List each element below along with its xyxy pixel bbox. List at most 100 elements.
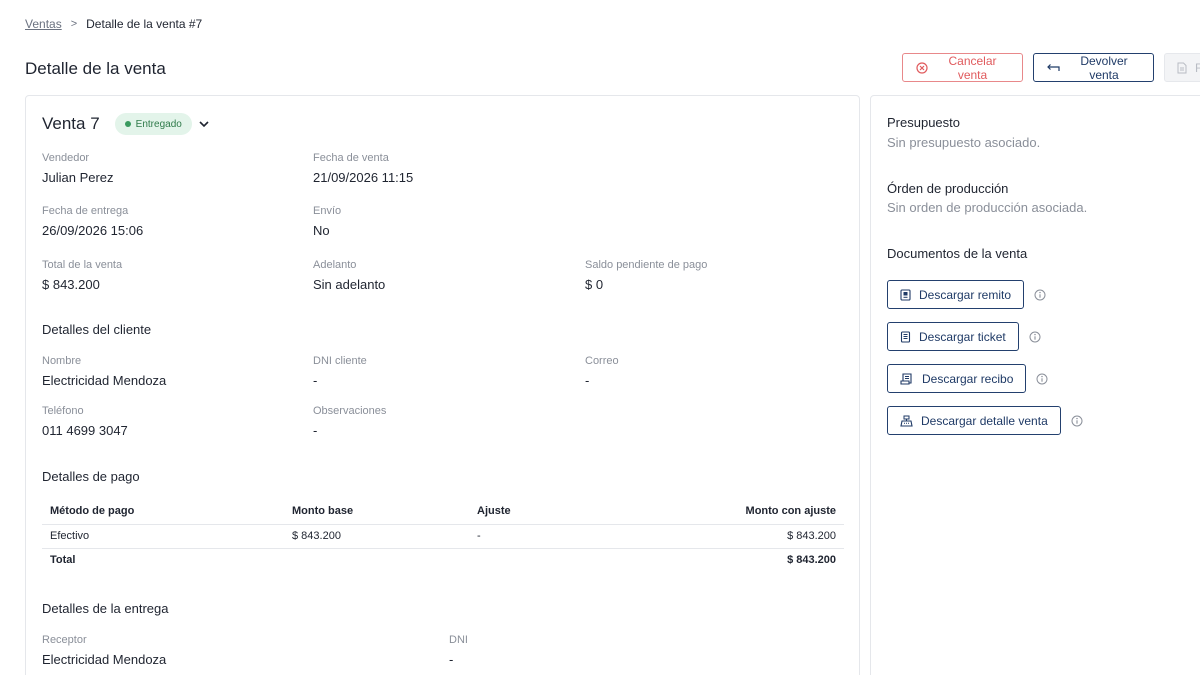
client-phone-value: 011 4699 3047: [42, 423, 128, 438]
balance-label: Saldo pendiente de pago: [585, 259, 708, 271]
balance-field: Saldo pendiente de pago $ 0: [585, 259, 707, 292]
status-label: Entregado: [135, 118, 182, 130]
doc-row-detalle: Descargar detalle venta: [887, 406, 1083, 435]
table-row: Efectivo $ 843.200 - $ 843.200: [42, 524, 844, 549]
receipt-icon: [900, 288, 911, 301]
sale-date-label: Fecha de venta: [313, 152, 389, 164]
client-name-label: Nombre: [42, 355, 82, 367]
chevron-down-icon[interactable]: [199, 120, 209, 128]
production-title: Órden de producción: [887, 181, 1009, 196]
breadcrumb-ventas-link[interactable]: Ventas: [25, 17, 62, 31]
info-icon[interactable]: [1029, 331, 1041, 343]
download-sale-detail-button[interactable]: Descargar detalle venta: [887, 406, 1061, 435]
disabled-action-label: F: [1195, 60, 1200, 75]
delivery-date-value: 26/09/2026 15:06: [42, 223, 144, 238]
seller-label: Vendedor: [42, 152, 90, 164]
status-badge: Entregado: [114, 113, 192, 135]
client-notes-field: Observaciones -: [313, 405, 386, 438]
base-amount-cell: $ 843.200: [284, 524, 469, 549]
return-arrow-icon: [1047, 63, 1060, 73]
download-remito-label: Descargar remito: [919, 287, 1012, 302]
documents-title: Documentos de la venta: [887, 246, 1028, 261]
sale-date-value: 21/09/2026 11:15: [313, 170, 414, 185]
invoice-icon: [900, 372, 914, 385]
payment-table-header: Método de pago Monto base Ajuste Monto c…: [42, 499, 844, 525]
delivery-date-field: Fecha de entrega 26/09/2026 15:06: [42, 205, 143, 238]
total-row-value: $ 843.200: [787, 554, 836, 567]
payment-method-header: Método de pago: [42, 499, 284, 525]
delivery-date-label: Fecha de entrega: [42, 205, 129, 217]
total-value: $ 843.200: [42, 277, 100, 292]
sale-header: Venta 7 Entregado: [42, 113, 209, 135]
return-sale-label: Devolver venta: [1080, 53, 1128, 82]
return-sale-button[interactable]: Devolver venta: [1033, 53, 1154, 82]
seller-field: Vendedor Julian Perez: [42, 152, 114, 185]
production-text: Sin orden de producción asociada.: [887, 200, 1088, 215]
disabled-action-button[interactable]: F: [1164, 53, 1200, 82]
document-icon: [1177, 62, 1187, 74]
total-row: Total $ 843.200: [42, 548, 844, 572]
delivery-section-title: Detalles de la entrega: [42, 601, 169, 616]
breadcrumb-separator: >: [70, 18, 78, 30]
total-field: Total de la venta $ 843.200: [42, 259, 122, 292]
client-email-label: Correo: [585, 355, 619, 367]
download-remito-button[interactable]: Descargar remito: [887, 280, 1025, 309]
seller-value: Julian Perez: [42, 170, 114, 185]
download-sale-detail-label: Descargar detalle venta: [921, 413, 1048, 428]
breadcrumb: Ventas > Detalle de la venta #7: [25, 17, 202, 31]
payment-section-title: Detalles de pago: [42, 469, 140, 484]
client-phone-field: Teléfono 011 4699 3047: [42, 405, 128, 438]
info-icon[interactable]: [1034, 289, 1046, 301]
download-recibo-label: Descargar recibo: [922, 371, 1014, 386]
client-dni-field: DNI cliente -: [313, 355, 367, 388]
advance-field: Adelanto Sin adelanto: [313, 259, 385, 292]
client-phone-label: Teléfono: [42, 405, 84, 417]
doc-row-remito: Descargar remito: [887, 280, 1046, 309]
receiver-value: Electricidad Mendoza: [42, 652, 167, 667]
cancel-sale-label: Cancelar venta: [948, 53, 997, 82]
status-dot-icon: [124, 121, 131, 127]
client-dni-value: -: [313, 373, 318, 388]
receiver-label: Receptor: [42, 634, 87, 646]
header-actions: Cancelar venta Devolver venta F: [902, 53, 1200, 82]
download-recibo-button[interactable]: Descargar recibo: [887, 364, 1027, 393]
cash-register-icon: [900, 415, 913, 427]
cancel-sale-button[interactable]: Cancelar venta: [902, 53, 1023, 82]
advance-label: Adelanto: [313, 259, 357, 271]
adjustment-header: Ajuste: [469, 499, 629, 525]
shipping-value: No: [313, 223, 330, 238]
breadcrumb-current: Detalle de la venta #7: [86, 17, 203, 31]
sale-date-field: Fecha de venta 21/09/2026 11:15: [313, 152, 413, 185]
adjusted-amount-cell: $ 843.200: [629, 524, 844, 549]
base-amount-header: Monto base: [284, 499, 469, 525]
doc-row-recibo: Descargar recibo: [887, 364, 1048, 393]
balance-value: $ 0: [585, 277, 604, 292]
total-label: Total de la venta: [42, 259, 123, 271]
payment-method-cell: Efectivo: [42, 524, 284, 549]
delivery-dni-field: DNI -: [449, 634, 468, 667]
payment-table: Método de pago Monto base Ajuste Monto c…: [42, 499, 844, 572]
client-notes-value: -: [313, 423, 318, 438]
doc-row-ticket: Descargar ticket: [887, 322, 1041, 351]
client-section-title: Detalles del cliente: [42, 322, 152, 337]
client-notes-label: Observaciones: [313, 405, 387, 417]
ticket-icon: [900, 330, 911, 343]
download-ticket-label: Descargar ticket: [919, 329, 1006, 344]
cancel-circle-icon: [916, 61, 928, 74]
client-name-field: Nombre Electricidad Mendoza: [42, 355, 166, 388]
shipping-label: Envío: [313, 205, 342, 217]
client-email-field: Correo -: [585, 355, 619, 388]
sale-detail-card: Venta 7 Entregado Vendedor Julian Perez …: [25, 95, 860, 675]
sale-title: Venta 7: [42, 114, 100, 133]
download-ticket-button[interactable]: Descargar ticket: [887, 322, 1019, 351]
receiver-field: Receptor Electricidad Mendoza: [42, 634, 166, 667]
shipping-field: Envío No: [313, 205, 341, 238]
sale-detail-page: Ventas > Detalle de la venta #7 Detalle …: [0, 0, 1200, 675]
info-icon[interactable]: [1036, 373, 1048, 385]
budget-text: Sin presupuesto asociado.: [887, 135, 1041, 150]
adjusted-amount-header: Monto con ajuste: [629, 499, 844, 525]
sale-side-card: Presupuesto Sin presupuesto asociado. Ór…: [870, 95, 1200, 675]
budget-title: Presupuesto: [887, 115, 960, 130]
info-icon[interactable]: [1071, 415, 1083, 427]
delivery-dni-label: DNI: [449, 634, 468, 646]
